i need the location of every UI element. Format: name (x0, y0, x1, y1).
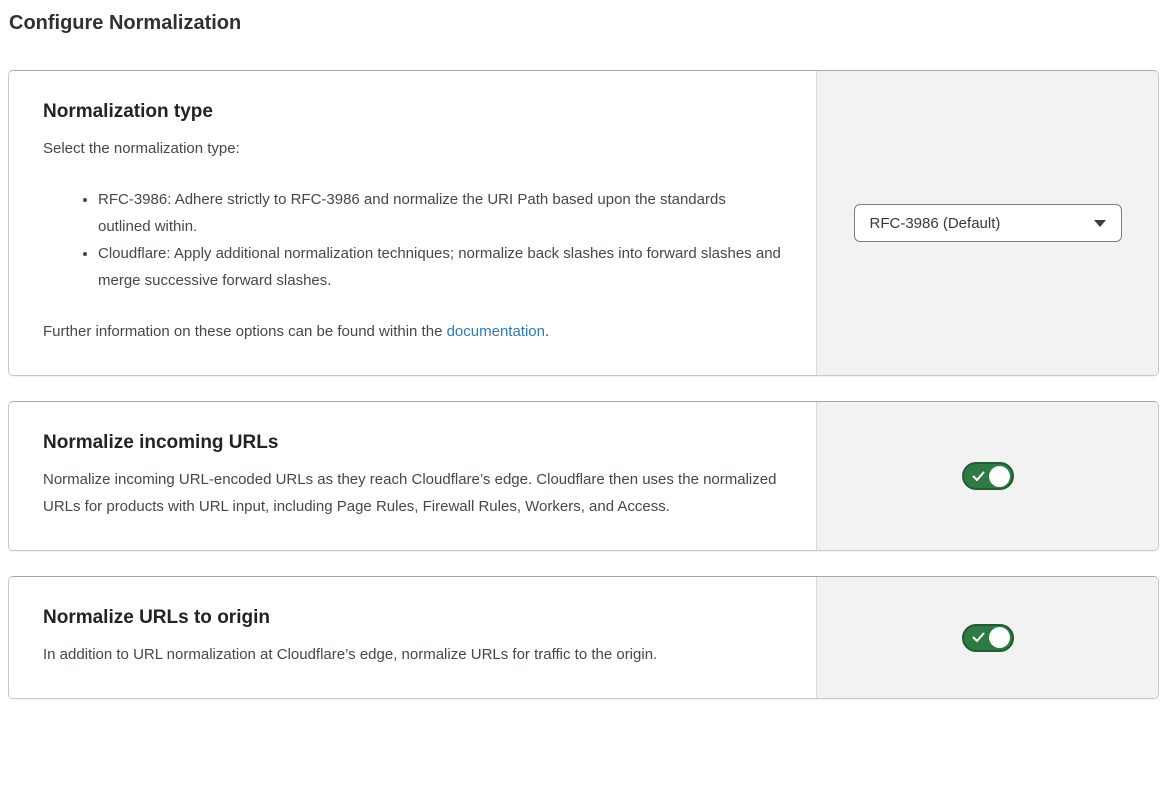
card-normalize-incoming-urls-control-panel (816, 402, 1158, 550)
further-information-prefix: Further information on these options can… (43, 323, 447, 340)
normalization-type-select[interactable]: RFC-3986 (Default) (854, 204, 1122, 242)
toggle-knob (989, 466, 1010, 487)
configure-normalization-page: Configure Normalization Normalization ty… (8, 12, 1159, 699)
normalization-type-intro: Select the normalization type: (43, 135, 778, 162)
toggle-knob (989, 627, 1010, 648)
card-normalize-urls-to-origin: Normalize URLs to origin In addition to … (8, 576, 1159, 699)
normalize-incoming-urls-heading: Normalize incoming URLs (43, 432, 782, 454)
normalize-incoming-urls-description: Normalize incoming URL-encoded URLs as t… (43, 466, 778, 520)
normalization-type-heading: Normalization type (43, 101, 782, 123)
card-normalize-incoming-urls-content: Normalize incoming URLs Normalize incomi… (9, 402, 816, 550)
further-information-suffix: . (545, 323, 549, 340)
card-normalize-urls-to-origin-control-panel (816, 577, 1158, 698)
card-normalization-type-content: Normalization type Select the normalizat… (9, 71, 816, 375)
chevron-down-icon (1094, 220, 1106, 227)
normalization-options-list: RFC-3986: Adhere strictly to RFC-3986 an… (43, 186, 782, 294)
card-normalization-type: Normalization type Select the normalizat… (8, 70, 1159, 376)
card-normalize-incoming-urls: Normalize incoming URLs Normalize incomi… (8, 401, 1159, 551)
normalize-urls-to-origin-heading: Normalize URLs to origin (43, 607, 782, 629)
bullet-cloudflare: Cloudflare: Apply additional normalizati… (98, 240, 782, 294)
further-information-text: Further information on these options can… (43, 318, 778, 345)
normalize-urls-to-origin-description: In addition to URL normalization at Clou… (43, 641, 778, 668)
documentation-link[interactable]: documentation (447, 323, 545, 340)
card-normalize-urls-to-origin-content: Normalize URLs to origin In addition to … (9, 577, 816, 698)
bullet-rfc-3986: RFC-3986: Adhere strictly to RFC-3986 an… (98, 186, 782, 240)
page-title: Configure Normalization (9, 12, 1159, 35)
normalization-type-selected-value: RFC-3986 (Default) (870, 215, 1001, 232)
normalize-incoming-urls-toggle[interactable] (962, 462, 1014, 490)
check-icon (972, 632, 985, 643)
normalize-urls-to-origin-toggle[interactable] (962, 624, 1014, 652)
check-icon (972, 471, 985, 482)
card-normalization-type-control-panel: RFC-3986 (Default) (816, 71, 1158, 375)
